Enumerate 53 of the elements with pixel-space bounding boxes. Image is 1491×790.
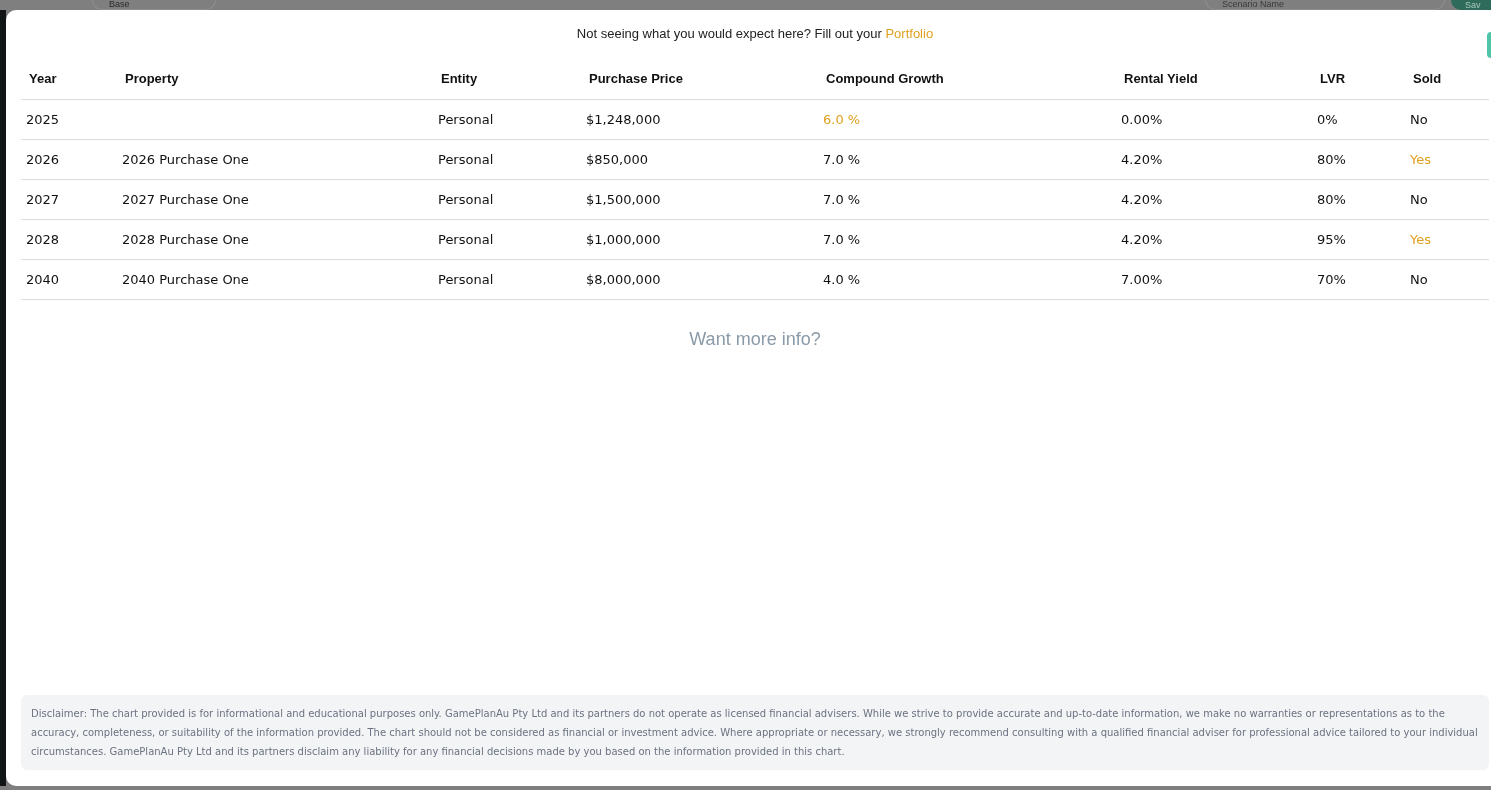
table-cell: Personal [438, 191, 494, 207]
portfolio-link[interactable]: Portfolio [885, 24, 934, 44]
table-cell: 4.20% [1121, 191, 1163, 207]
table-cell: Yes [1410, 151, 1431, 167]
column-header: Entity [441, 70, 478, 86]
table-cell: 7.0 % [823, 151, 861, 167]
more-info-heading: Want more info? [689, 328, 821, 351]
floating-button[interactable] [1487, 32, 1491, 58]
table-cell: Yes [1410, 231, 1431, 247]
table-cell: $1,500,000 [586, 191, 661, 207]
table-cell: 80% [1317, 191, 1346, 207]
table-cell: 4.20% [1121, 231, 1163, 247]
table-cell: 2027 [26, 191, 60, 207]
table-cell: $8,000,000 [586, 271, 661, 287]
table-cell: 4.20% [1121, 151, 1163, 167]
table-cell: 6.0 % [823, 111, 861, 127]
table-cell: Personal [438, 271, 494, 287]
table-cell: 2026 Purchase One [122, 151, 249, 167]
table-cell: $850,000 [586, 151, 649, 167]
table-cell: 0% [1317, 111, 1338, 127]
column-header: Year [29, 70, 57, 86]
table-cell: 7.0 % [823, 191, 861, 207]
disclaimer-text: Disclaimer: The chart provided is for informational and educational purposes only. GamePlanAu Pty Ltd and its partners do not operate as licensed financial advisers. While we strive to provide accurate and up-to-date information, we make no warranties or representations as to the accuracy, completeness, or suitability of the information provided. The chart should not be considered as financial or investment advice. Where appropriate or necessary, we strongly recommend consulting with a qualified financial adviser for professional advice tailored to your individual circumstances. GamePlanAu Pty Ltd and its partners disclaim any liability for any financial decisions made by you based on the information provided in this chart. [21, 695, 1489, 770]
column-header: Rental Yield [1124, 70, 1198, 86]
table-cell: $1,248,000 [586, 111, 661, 127]
table-cell: 2027 Purchase One [122, 191, 249, 207]
table-cell: 2026 [26, 151, 60, 167]
table-cell: No [1410, 271, 1428, 287]
column-header: Purchase Price [589, 70, 683, 86]
table-cell: $1,000,000 [586, 231, 661, 247]
table-cell: 70% [1317, 271, 1346, 287]
table-cell: Personal [438, 231, 494, 247]
table-cell: 2028 [26, 231, 60, 247]
notice-text: Not seeing what you would expect here? Fill out your [576, 25, 883, 44]
table-cell: 2025 [26, 111, 60, 127]
table-cell: No [1410, 191, 1428, 207]
table-cell: 2028 Purchase One [122, 231, 249, 247]
table-cell: No [1410, 111, 1428, 127]
table-cell: Personal [438, 111, 494, 127]
table-cell: 0.00% [1121, 111, 1163, 127]
table-cell: 7.0 % [823, 231, 861, 247]
table-cell: Personal [438, 151, 494, 167]
table-cell: 2040 Purchase One [122, 271, 249, 287]
column-header: Sold [1413, 70, 1442, 86]
table-cell: 7.00% [1121, 271, 1163, 287]
save-button[interactable]: Sav [1451, 0, 1491, 10]
table-cell: 95% [1317, 231, 1346, 247]
column-header: LVR [1320, 70, 1346, 86]
table-cell: 2040 [26, 271, 60, 287]
table-cell: 80% [1317, 151, 1346, 167]
column-header: Property [125, 70, 179, 86]
table-cell: 4.0 % [823, 271, 861, 287]
column-header: Compound Growth [826, 70, 944, 86]
